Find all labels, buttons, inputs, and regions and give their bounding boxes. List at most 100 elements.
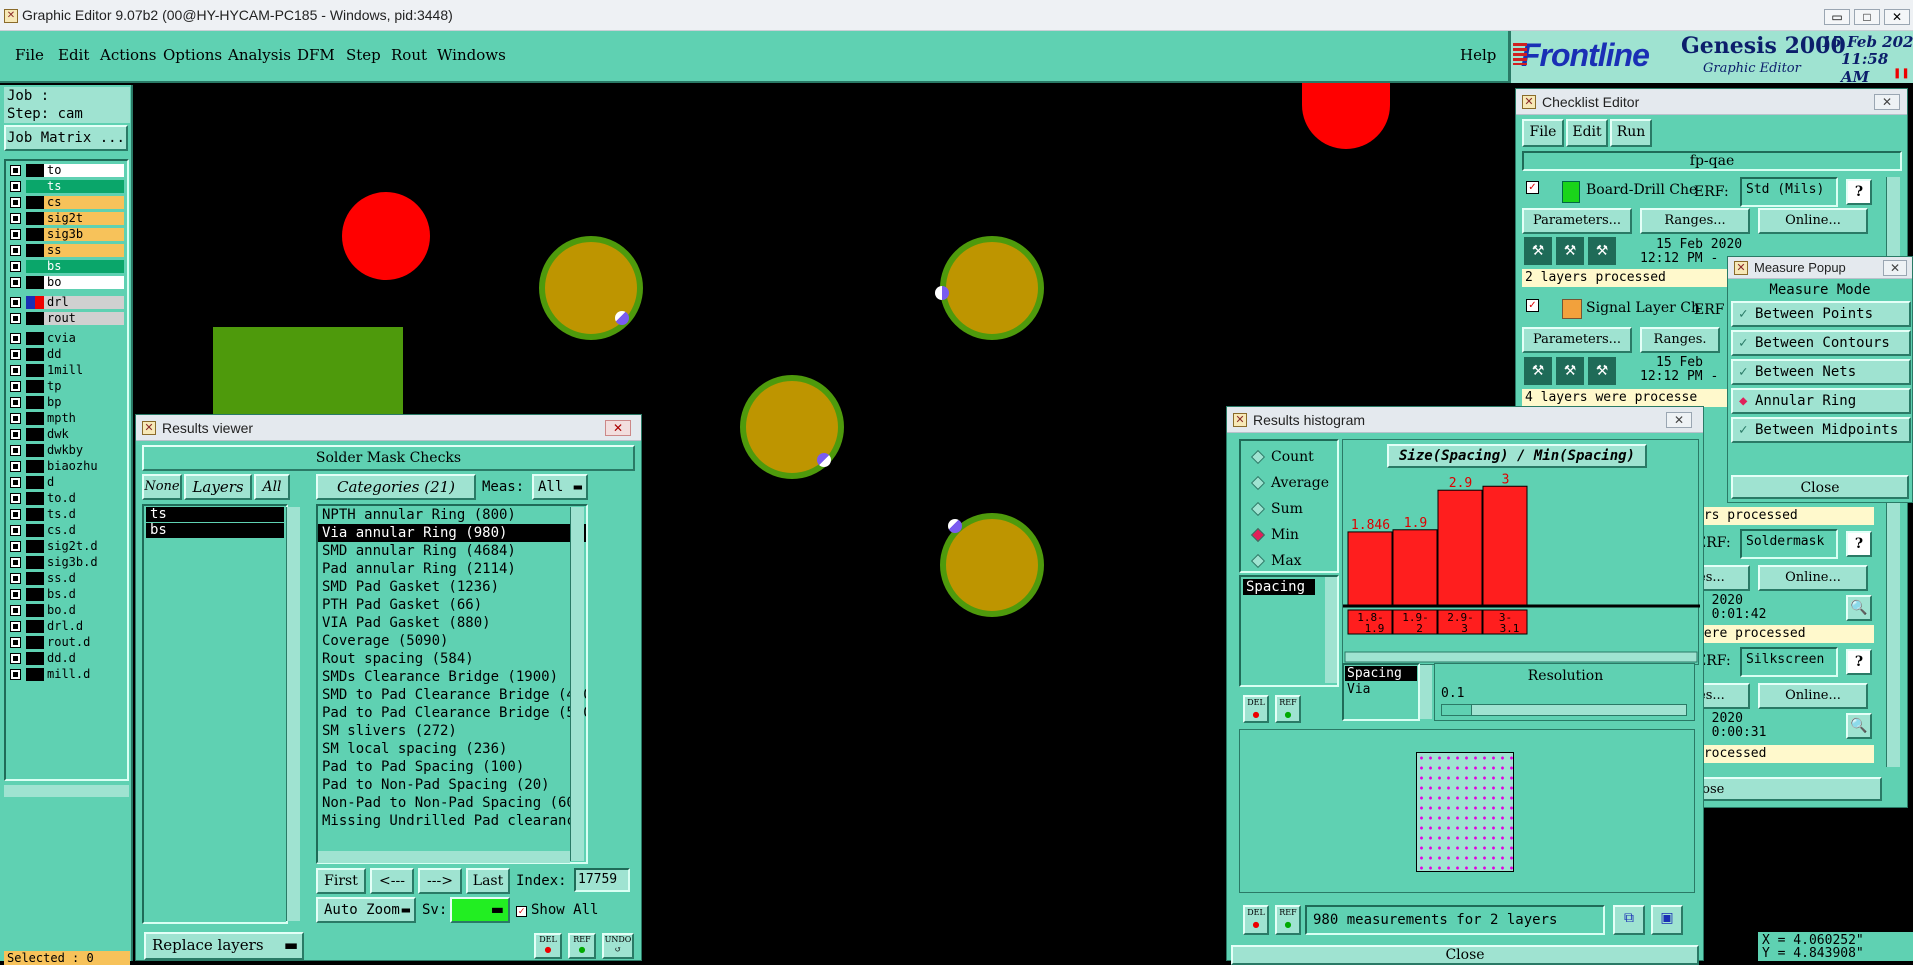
layer-color-swatch[interactable] — [26, 492, 44, 505]
layer-checkbox[interactable] — [10, 509, 21, 520]
measure-list-item[interactable]: Spacing — [1243, 579, 1315, 595]
layers-button[interactable]: Layers — [184, 474, 252, 500]
erf-field[interactable]: Soldermask — [1740, 529, 1838, 559]
undo-button[interactable]: UNDO ↺ — [602, 933, 634, 959]
measure-mode-between-midpoints[interactable]: ✓ Between Midpoints — [1731, 417, 1911, 443]
layer-row[interactable]: dwk — [8, 427, 125, 442]
category-item[interactable]: Coverage (5090) — [318, 632, 586, 650]
categories-button[interactable]: Categories (21) — [316, 474, 476, 500]
layer-checkbox[interactable] — [10, 605, 21, 616]
first-button[interactable]: First — [316, 868, 366, 894]
result-layer-item[interactable]: ts — [146, 507, 284, 522]
layer-row[interactable]: bo — [8, 275, 125, 290]
layer-checkbox[interactable] — [10, 493, 21, 504]
layer-checkbox[interactable] — [10, 589, 21, 600]
layer-checkbox[interactable] — [10, 525, 21, 536]
result-layer-item[interactable]: bs — [146, 523, 284, 538]
layer-row[interactable]: mpth — [8, 411, 125, 426]
spacing-list-item[interactable]: Spacing — [1345, 666, 1417, 681]
layer-color-swatch[interactable] — [26, 476, 44, 489]
category-item[interactable]: Pad to Non-Pad Spacing (20) — [318, 776, 586, 794]
layer-row[interactable]: sig3b.d — [8, 555, 125, 570]
layer-list-scrollbar[interactable] — [286, 507, 300, 921]
category-item[interactable]: Rout spacing (584) — [318, 650, 586, 668]
layer-color-swatch[interactable] — [26, 540, 44, 553]
layer-color-swatch[interactable] — [26, 348, 44, 361]
layer-row[interactable]: bs — [8, 259, 125, 274]
category-item[interactable]: Non-Pad to Non-Pad Spacing (60) — [318, 794, 586, 812]
help-icon[interactable]: ? — [1846, 531, 1872, 557]
layer-checkbox[interactable] — [10, 573, 21, 584]
layer-color-swatch[interactable] — [26, 228, 44, 241]
layer-results-list[interactable]: ts bs — [142, 504, 288, 924]
layer-row[interactable]: sig2t — [8, 211, 125, 226]
close-icon[interactable]: ✕ — [1874, 94, 1900, 110]
layer-checkbox[interactable] — [10, 445, 21, 456]
category-item[interactable]: SMD annular Ring (4684) — [318, 542, 586, 560]
layer-checkbox[interactable] — [10, 181, 21, 192]
resolution-slider[interactable] — [1441, 704, 1687, 716]
layer-row[interactable]: d — [8, 475, 125, 490]
measure-mode-between-nets[interactable]: ✓ Between Nets — [1731, 359, 1911, 385]
layer-row[interactable]: cs — [8, 195, 125, 210]
layer-color-swatch[interactable] — [26, 460, 44, 473]
layer-color-swatch[interactable] — [26, 620, 44, 633]
category-item[interactable]: Pad annular Ring (2114) — [318, 560, 586, 578]
category-list[interactable]: NPTH annular Ring (800) Via annular Ring … — [316, 504, 588, 864]
layer-color-swatch[interactable] — [26, 444, 44, 457]
menu-windows[interactable]: Windows — [437, 46, 506, 64]
show-all-checkbox[interactable]: ✓ Show All — [516, 899, 632, 921]
zoom-fit-icon[interactable]: ⧉ — [1613, 905, 1645, 935]
layer-row[interactable]: sig3b — [8, 227, 125, 242]
meas-dropdown[interactable]: All ▬ — [532, 474, 588, 500]
layer-checkbox[interactable] — [10, 557, 21, 568]
erf-field[interactable]: Silkscreen — [1740, 647, 1838, 677]
mode-radio-min[interactable]: Min — [1245, 523, 1341, 547]
layer-checkbox[interactable] — [10, 365, 21, 376]
layer-color-swatch[interactable] — [26, 380, 44, 393]
auto-zoom-dropdown[interactable]: Auto Zoom ▬ — [316, 897, 416, 923]
menu-edit[interactable]: Edit — [58, 46, 89, 64]
spacing-list[interactable]: Spacing Via — [1342, 663, 1420, 721]
run-icon[interactable]: ⚒ — [1524, 237, 1552, 265]
category-item[interactable]: SM local spacing (236) — [318, 740, 586, 758]
category-item[interactable]: VIA Pad Gasket (880) — [318, 614, 586, 632]
minimize-button[interactable]: ▭ — [1824, 9, 1850, 25]
last-button[interactable]: Last — [466, 868, 510, 894]
histogram-close-button[interactable]: Close — [1231, 945, 1699, 965]
check-toggle-icon[interactable]: ✓ — [1526, 299, 1539, 312]
layer-checkbox[interactable] — [10, 297, 21, 308]
close-icon[interactable]: ✕ — [605, 420, 631, 436]
layer-checkbox[interactable] — [10, 397, 21, 408]
layer-row[interactable]: ts.d — [8, 507, 125, 522]
layer-checkbox[interactable] — [10, 541, 21, 552]
parameters-button[interactable]: Parameters... — [1522, 327, 1632, 353]
mode-radio-sum[interactable]: Sum — [1245, 497, 1341, 521]
mode-radio-max[interactable]: Max — [1245, 549, 1341, 573]
mode-radio-average[interactable]: Average — [1245, 471, 1341, 495]
menu-actions[interactable]: Actions — [100, 46, 156, 64]
layer-color-swatch[interactable] — [26, 332, 44, 345]
layer-color-swatch[interactable] — [26, 244, 44, 257]
layer-color-swatch[interactable] — [26, 396, 44, 409]
spacing-scrollbar[interactable] — [1420, 665, 1432, 719]
maximize-button[interactable]: □ — [1854, 9, 1880, 25]
layer-row[interactable]: tp — [8, 379, 125, 394]
category-item[interactable]: SMD Pad Gasket (1236) — [318, 578, 586, 596]
signal-layer-check-name[interactable]: Signal Layer Ch — [1586, 300, 1700, 316]
ranges-button[interactable]: Ranges... — [1640, 208, 1750, 234]
layer-row[interactable]: bo.d — [8, 603, 125, 618]
layer-row[interactable]: sig2t.d — [8, 539, 125, 554]
layer-checkbox[interactable] — [10, 213, 21, 224]
layer-checkbox[interactable] — [10, 477, 21, 488]
menu-help[interactable]: Help — [1460, 46, 1496, 64]
category-item[interactable]: NPTH annular Ring (800) — [318, 506, 586, 524]
layer-row[interactable]: rout.d — [8, 635, 125, 650]
layer-checkbox[interactable] — [10, 621, 21, 632]
layer-checkbox[interactable] — [10, 277, 21, 288]
help-icon[interactable]: ? — [1846, 649, 1872, 675]
run-icon[interactable]: ⚒ — [1588, 357, 1616, 385]
layer-row[interactable]: drl.d — [8, 619, 125, 634]
parameters-button[interactable]: Parameters... — [1522, 208, 1632, 234]
layer-row[interactable]: dd — [8, 347, 125, 362]
